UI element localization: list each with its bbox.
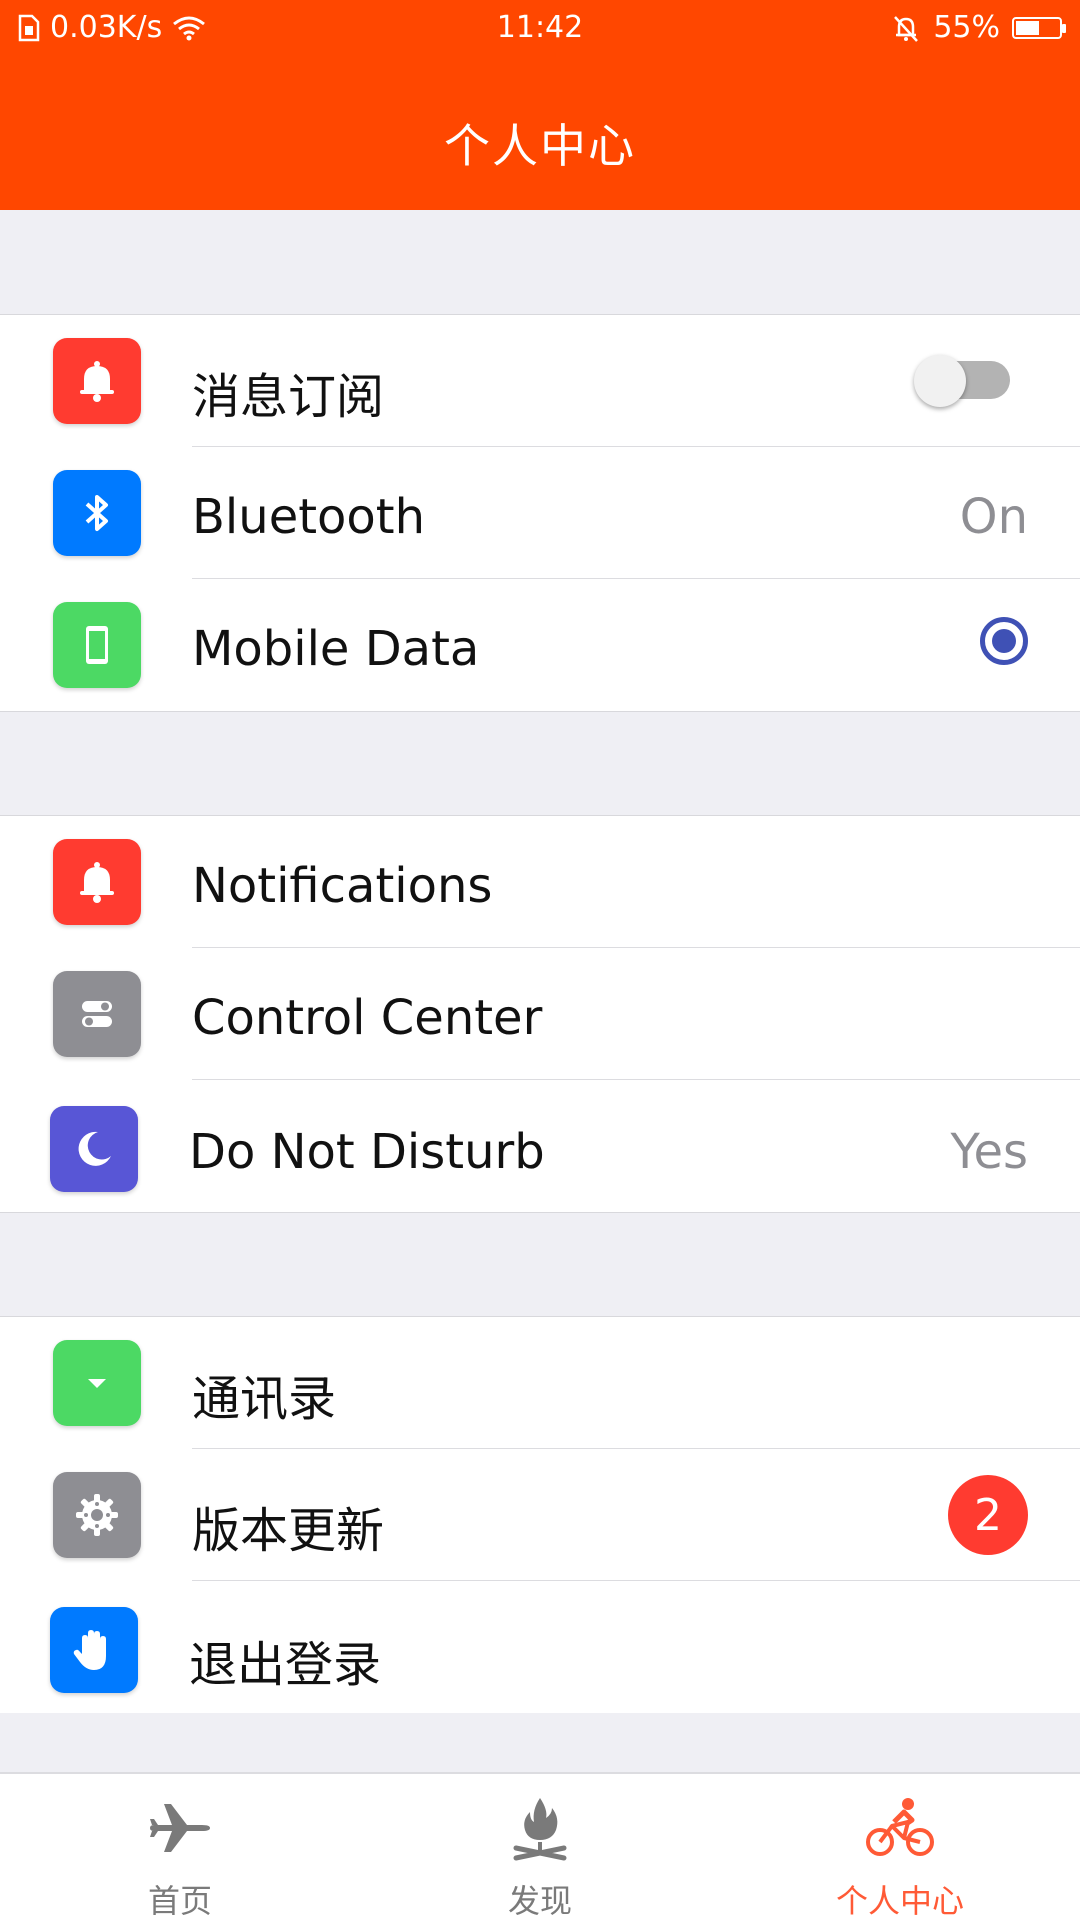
- row-contacts[interactable]: 通讯录: [0, 1317, 1080, 1449]
- row-label: 通讯录: [192, 1371, 337, 1427]
- status-right: 55%: [891, 10, 1066, 45]
- bicycle-icon: [866, 1798, 934, 1856]
- row-label: Control Center: [192, 990, 543, 1046]
- hand-icon: [50, 1607, 138, 1693]
- row-label: 版本更新: [192, 1503, 385, 1559]
- battery-percent: 55%: [933, 10, 1000, 45]
- gear-icon: [53, 1472, 141, 1558]
- navigation-bar: 个人中心: [0, 56, 1080, 210]
- caret-down-icon: [53, 1340, 141, 1426]
- bell-icon: [53, 338, 141, 424]
- tab-bar: 首页 发现 个人中心: [0, 1772, 1080, 1922]
- battery-icon: [1012, 16, 1066, 39]
- toggle-knob: [914, 355, 966, 407]
- row-label: Bluetooth: [192, 489, 426, 545]
- switches-icon: [53, 971, 141, 1057]
- phone-icon: [53, 602, 141, 688]
- row-logout[interactable]: 退出登录: [0, 1581, 1080, 1713]
- tab-home[interactable]: 首页: [0, 1774, 360, 1922]
- status-bar: 0.03K/s 11:42 55%: [0, 0, 1080, 56]
- tab-discover[interactable]: 发现: [360, 1774, 720, 1922]
- bell-muted-icon: [894, 15, 919, 42]
- row-label: Do Not Disturb: [189, 1124, 545, 1180]
- fire-icon: [513, 1798, 567, 1861]
- row-version-update[interactable]: 版本更新 2: [0, 1449, 1080, 1581]
- radio-dot: [992, 629, 1016, 653]
- row-bluetooth[interactable]: Bluetooth On: [0, 447, 1080, 579]
- row-value: Yes: [950, 1124, 1028, 1180]
- settings-group-1: 消息订阅 Bluetooth On Mobile Data: [0, 314, 1080, 712]
- moon-icon: [50, 1106, 138, 1192]
- row-notifications[interactable]: Notifications: [0, 816, 1080, 948]
- row-value: On: [959, 489, 1028, 545]
- settings-group-2: Notifications Control Center Do Not Dist…: [0, 815, 1080, 1213]
- tab-profile[interactable]: 个人中心: [720, 1774, 1080, 1922]
- bell-icon: [53, 839, 141, 925]
- airplane-icon: [150, 1804, 210, 1852]
- tab-label: 首页: [147, 1882, 212, 1920]
- row-label: 消息订阅: [192, 369, 385, 425]
- row-label: Mobile Data: [192, 621, 480, 677]
- tab-label: 发现: [507, 1882, 572, 1920]
- tab-label: 个人中心: [835, 1882, 964, 1920]
- row-mobile-data[interactable]: Mobile Data: [0, 579, 1080, 711]
- row-label: Notifications: [192, 858, 493, 914]
- subscription-toggle[interactable]: [914, 355, 1010, 407]
- bluetooth-icon: [53, 470, 141, 556]
- mobile-data-radio[interactable]: [980, 617, 1028, 665]
- settings-group-3: 通讯录 版本更新 2 退出登录: [0, 1316, 1080, 1713]
- page-title: 个人中心: [444, 119, 636, 173]
- row-label: 退出登录: [189, 1637, 382, 1693]
- row-control-center[interactable]: Control Center: [0, 948, 1080, 1080]
- row-message-subscription[interactable]: 消息订阅: [0, 315, 1080, 447]
- row-do-not-disturb[interactable]: Do Not Disturb Yes: [0, 1080, 1080, 1212]
- update-badge: 2: [948, 1475, 1028, 1555]
